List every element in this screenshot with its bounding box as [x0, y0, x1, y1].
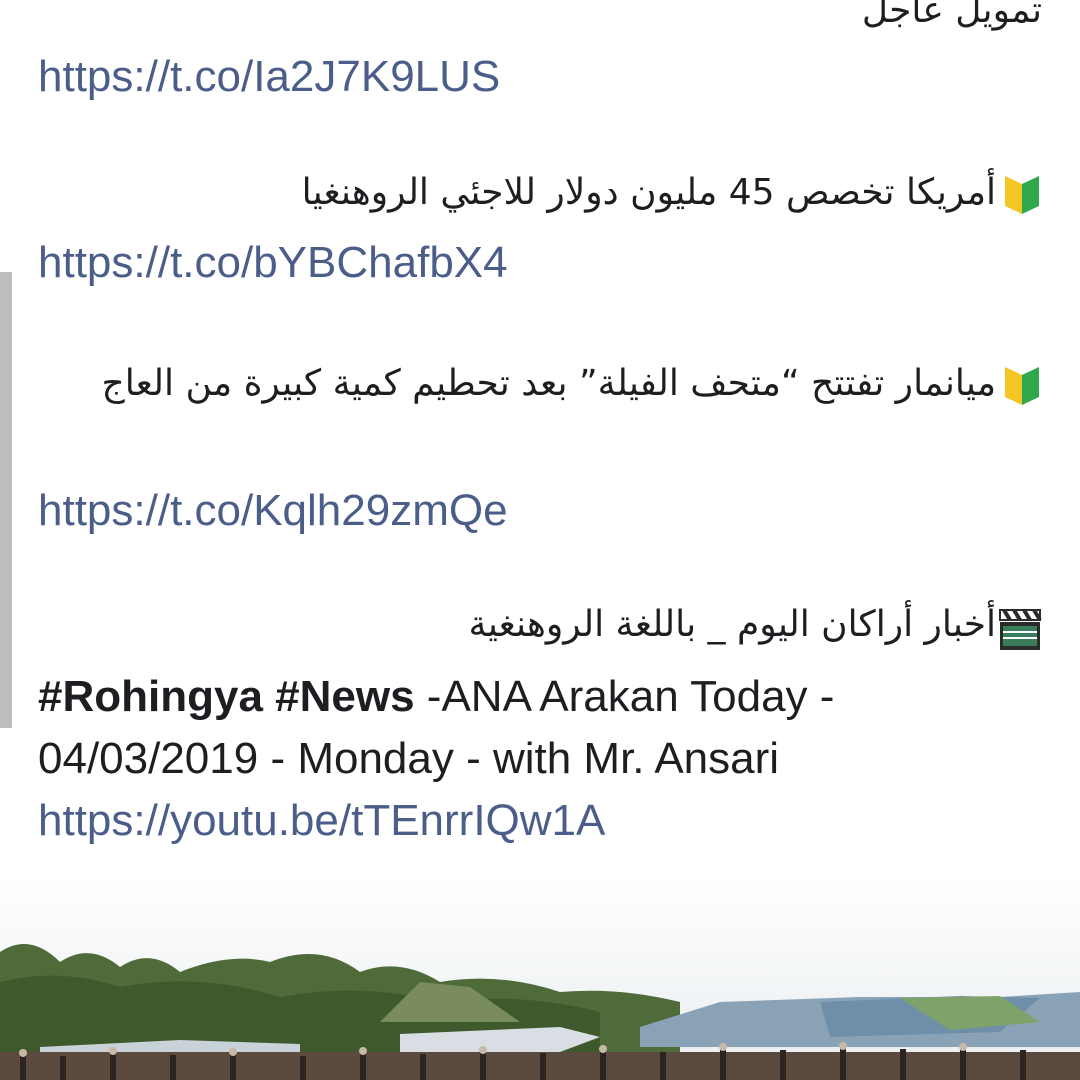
news-item-3-text: أخبار أراكان اليوم _ باللغة الروهنغية	[468, 604, 996, 645]
news-item-3: أخبار أراكان اليوم _ باللغة الروهنغية	[468, 604, 1042, 650]
scroll-indicator[interactable]	[0, 272, 12, 728]
english-line-1: #Rohingya #News -ANA Arakan Today -	[38, 672, 834, 722]
youtube-link[interactable]: https://youtu.be/tTEnrrIQw1A	[38, 796, 605, 846]
news-item-1: أمريكا تخصص 45 مليون دولار للاجئي الروهن…	[302, 172, 1042, 216]
arabic-heading-line: تمويل عاجل	[861, 0, 1042, 31]
news-item-2: ميانمار تفتتح “متحف الفيلة” بعد تحطيم كم…	[42, 356, 1042, 412]
link-1[interactable]: https://t.co/Ia2J7K9LUS	[38, 52, 500, 102]
hashtag-news[interactable]: #News	[275, 672, 414, 721]
english-line-2: 04/03/2019 - Monday - with Mr. Ansari	[38, 734, 780, 783]
post-view: تمويل عاجل https://t.co/Ia2J7K9LUS أمريك…	[0, 0, 1080, 1080]
beginner-badge-icon	[1002, 172, 1042, 216]
clapper-board-icon	[999, 604, 1042, 650]
post-photo[interactable]	[0, 872, 1080, 1080]
link-3[interactable]: https://t.co/Kqlh29zmQe	[38, 486, 508, 536]
link-2[interactable]: https://t.co/bYBChafbX4	[38, 238, 508, 288]
news-item-1-text: أمريكا تخصص 45 مليون دولار للاجئي الروهن…	[301, 172, 996, 213]
news-item-2-text: ميانمار تفتتح “متحف الفيلة” بعد تحطيم كم…	[101, 363, 996, 404]
english-line-1-rest: -ANA Arakan Today -	[414, 672, 835, 721]
hashtag-rohingya[interactable]: #Rohingya	[38, 672, 263, 721]
beginner-badge-icon	[1002, 363, 1042, 407]
